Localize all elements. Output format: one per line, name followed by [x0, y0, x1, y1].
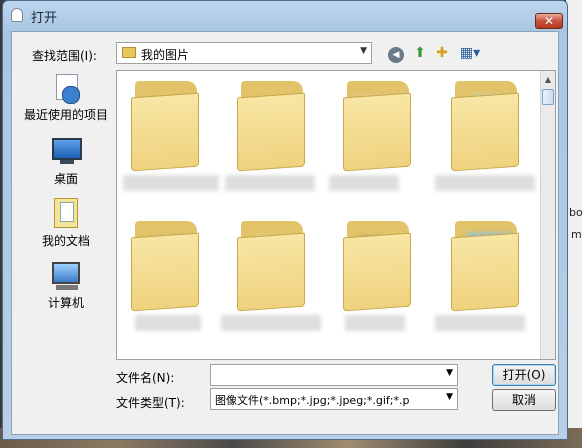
lookin-value: 我的图片: [141, 48, 190, 62]
up-folder-icon: ⬆: [414, 45, 426, 61]
back-arrow-icon: ◀: [388, 47, 404, 63]
open-file-dialog: 打开 ✕ 查找范围(I): 我的图片 ▼ ◀ ⬆ ✚ ▦▾ 最近使用的项目 桌面…: [2, 0, 568, 440]
place-label: 桌面: [53, 172, 78, 186]
blurred-filename: [435, 315, 525, 331]
background-text: m: [571, 228, 582, 241]
chevron-down-icon[interactable]: ▼: [446, 368, 453, 378]
scrollbar-thumb[interactable]: [542, 89, 554, 105]
place-computer[interactable]: 计算机: [20, 258, 112, 318]
filetype-dropdown[interactable]: 图像文件(*.bmp;*.jpg;*.jpeg;*.gif;*.p ▼: [210, 388, 458, 410]
open-button-label: 打开(O): [502, 368, 546, 382]
filename-label: 文件名(N):: [116, 371, 175, 385]
place-my-documents[interactable]: 我的文档: [20, 196, 112, 256]
lookin-label: 查找范围(I):: [32, 49, 97, 63]
computer-icon: [52, 262, 80, 284]
desktop-stand-icon: [60, 160, 74, 164]
file-list[interactable]: ▲: [116, 70, 556, 360]
desktop-icon: [52, 138, 82, 160]
chevron-up-icon: ▲: [544, 75, 552, 84]
filetype-value: 图像文件(*.bmp;*.jpg;*.jpeg;*.gif;*.p: [215, 394, 410, 407]
up-one-level-button[interactable]: ⬆: [410, 43, 430, 63]
vertical-scrollbar[interactable]: ▲: [540, 71, 555, 359]
close-icon: ✕: [543, 14, 555, 28]
place-label: 最近使用的项目: [23, 108, 108, 122]
dialog-client-area: 查找范围(I): 我的图片 ▼ ◀ ⬆ ✚ ▦▾ 最近使用的项目 桌面 我的文档…: [11, 31, 559, 435]
title-bar: 打开 ✕: [3, 1, 567, 29]
blurred-filename: [135, 315, 201, 331]
folder-item[interactable]: [449, 217, 523, 313]
folder-item[interactable]: [129, 77, 203, 173]
open-button[interactable]: 打开(O): [492, 364, 556, 386]
filename-input[interactable]: ▼: [210, 364, 458, 386]
recent-items-icon: [54, 74, 80, 104]
chevron-down-icon: ▼: [360, 46, 367, 56]
folder-item[interactable]: [235, 217, 309, 313]
background-text: bo: [569, 206, 582, 219]
lookin-dropdown[interactable]: 我的图片 ▼: [116, 42, 372, 64]
new-folder-icon: ✚: [436, 45, 448, 61]
folder-item[interactable]: [341, 77, 415, 173]
place-recent-items[interactable]: 最近使用的项目: [20, 70, 112, 130]
blurred-filename: [123, 175, 219, 191]
folder-item[interactable]: [129, 217, 203, 313]
scroll-up-button[interactable]: ▲: [542, 73, 554, 87]
filetype-label: 文件类型(T):: [116, 396, 185, 410]
dialog-title: 打开: [31, 11, 58, 26]
back-button[interactable]: ◀: [386, 43, 406, 63]
folder-item[interactable]: [449, 77, 523, 173]
dialog-app-icon: [11, 8, 23, 22]
document-page-icon: [60, 202, 74, 222]
close-button[interactable]: ✕: [535, 13, 563, 29]
new-folder-button[interactable]: ✚: [432, 43, 452, 63]
folder-icon: [122, 47, 136, 58]
computer-base-icon: [56, 285, 78, 290]
chevron-down-icon: ▼: [444, 392, 453, 402]
folder-item[interactable]: [235, 77, 309, 173]
view-menu-button[interactable]: ▦▾: [456, 43, 484, 63]
cancel-button-label: 取消: [511, 393, 536, 407]
cancel-button[interactable]: 取消: [492, 389, 556, 411]
blurred-filename: [221, 315, 321, 331]
blurred-filename: [225, 175, 315, 191]
place-label: 计算机: [47, 296, 84, 310]
blurred-filename: [345, 315, 405, 331]
folder-item[interactable]: [341, 217, 415, 313]
blurred-filename: [329, 175, 399, 191]
place-label: 我的文档: [41, 234, 90, 248]
places-bar: 最近使用的项目 桌面 我的文档 计算机: [20, 70, 112, 330]
place-desktop[interactable]: 桌面: [20, 134, 112, 194]
blurred-filename: [435, 175, 535, 191]
background-window-edge: bo m: [566, 0, 582, 448]
view-menu-icon: ▦▾: [459, 45, 481, 61]
